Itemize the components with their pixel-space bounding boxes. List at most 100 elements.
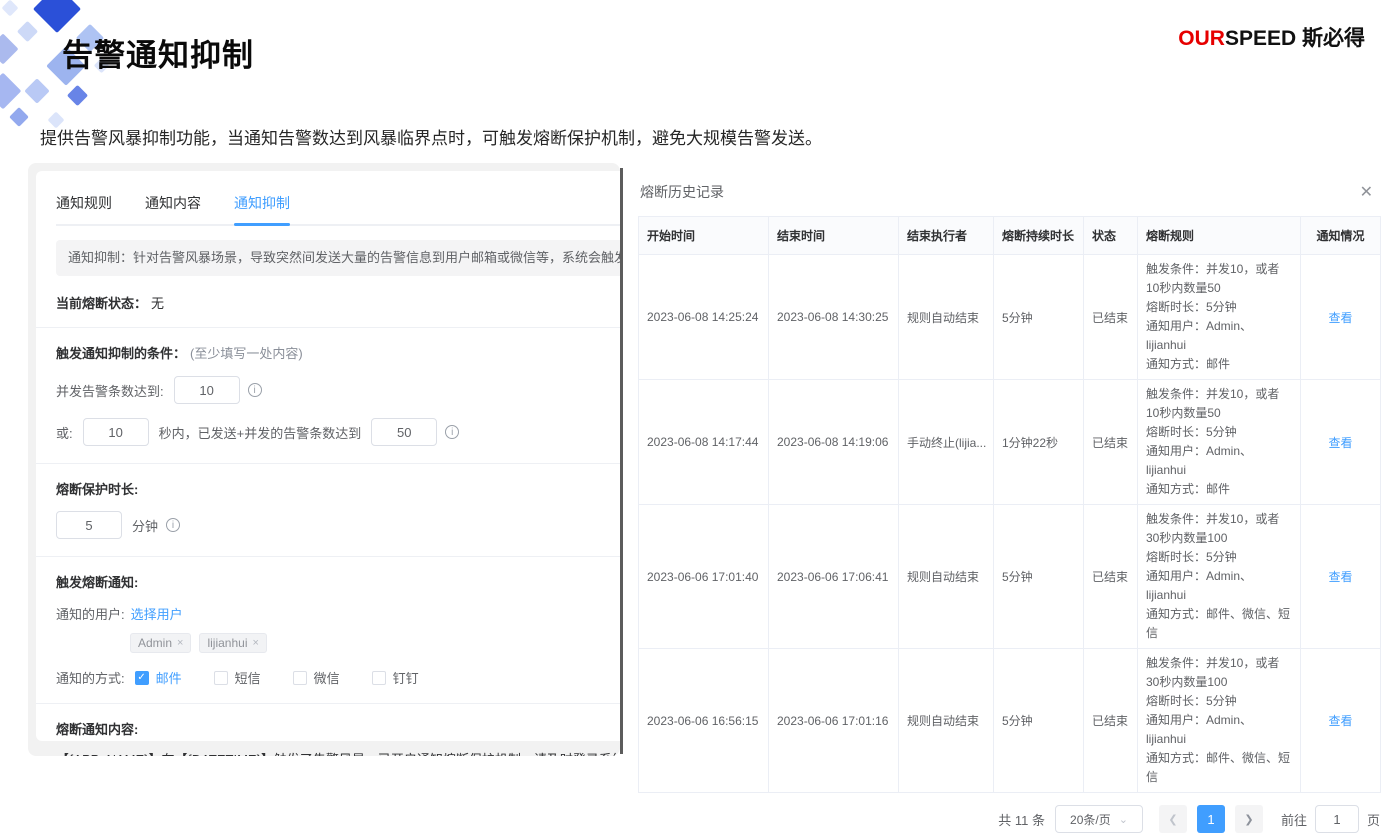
window-count-input[interactable]	[371, 418, 437, 446]
condition-section-title: 触发通知抑制的条件： (至少填写一处内容)	[56, 343, 620, 362]
view-link[interactable]: 查看	[1328, 436, 1352, 450]
rule-line: 通知方式：邮件、微信、短信	[1146, 749, 1292, 787]
cell-action: 查看	[1301, 380, 1381, 505]
remove-tag-icon[interactable]: ×	[252, 637, 258, 649]
goto-label: 前往	[1281, 810, 1307, 829]
section-divider	[36, 327, 620, 328]
checkbox-sms[interactable]: 短信	[214, 668, 261, 687]
cell-action: 查看	[1301, 255, 1381, 380]
tab-notify-content[interactable]: 通知内容	[145, 193, 201, 224]
section-divider	[36, 556, 620, 557]
checkbox-box	[372, 671, 386, 685]
checkbox-wechat[interactable]: 微信	[293, 668, 340, 687]
cell-rule: 触发条件：并发10，或者30秒内数量100 熔断时长：5分钟 通知用户：Admi…	[1138, 649, 1301, 793]
window-threshold-text: 秒内，已发送+并发的告警条数达到	[159, 423, 362, 442]
history-header: 熔断历史记录 ✕	[625, 170, 1395, 202]
cell-rule: 触发条件：并发10，或者30秒内数量100 熔断时长：5分钟 通知用户：Admi…	[1138, 505, 1301, 649]
checkbox-email[interactable]: ✓ 邮件	[135, 668, 182, 687]
info-icon[interactable]: i	[248, 383, 262, 397]
view-link[interactable]: 查看	[1328, 311, 1352, 325]
rule-line: 触发条件：并发10，或者30秒内数量100	[1146, 510, 1292, 548]
rule-line: 通知方式：邮件	[1146, 355, 1292, 374]
select-user-link[interactable]: 选择用户	[131, 604, 183, 623]
rule-line: 通知用户：Admin、lijianhui	[1146, 711, 1292, 749]
current-fuse-status-row: 当前熔断状态： 无	[56, 293, 620, 312]
notify-methods-label: 通知的方式:	[56, 668, 125, 687]
fuse-notify-section-label: 触发熔断通知:	[56, 572, 620, 591]
chevron-right-icon: ❯	[1244, 813, 1253, 826]
info-icon[interactable]: i	[166, 518, 180, 532]
rule-line: 熔断时长：5分钟	[1146, 423, 1292, 442]
close-icon[interactable]: ✕	[1360, 182, 1373, 202]
concurrent-threshold-row: 并发告警条数达到: i	[56, 376, 620, 404]
rule-line: 通知用户：Admin、lijianhui	[1146, 317, 1292, 355]
goto-page-input[interactable]	[1315, 805, 1359, 833]
view-link[interactable]: 查看	[1328, 570, 1352, 584]
view-link[interactable]: 查看	[1328, 714, 1352, 728]
cell-executor: 规则自动结束	[899, 505, 994, 649]
cell-executor: 手动终止(lijia...	[899, 380, 994, 505]
cell-rule: 触发条件：并发10，或者10秒内数量50 熔断时长：5分钟 通知用户：Admin…	[1138, 380, 1301, 505]
checkbox-box	[293, 671, 307, 685]
notify-methods-row: 通知的方式: ✓ 邮件 短信 微信 钉钉	[56, 668, 620, 687]
user-tag-name: lijianhui	[207, 636, 247, 650]
cell-status: 已结束	[1084, 380, 1138, 505]
settings-pane: 通知规则 通知内容 通知抑制 通知抑制：针对告警风暴场景，导致突然间发送大量的告…	[28, 163, 620, 756]
table-header-row: 开始时间 结束时间 结束执行者 熔断持续时长 状态 熔断规则 通知情况	[639, 217, 1381, 255]
concurrent-threshold-input[interactable]	[174, 376, 240, 404]
pane-divider	[620, 168, 623, 754]
tab-notify-suppression[interactable]: 通知抑制	[234, 193, 290, 224]
fuse-content-label: 熔断通知内容:	[56, 719, 620, 738]
checkbox-check-icon: ✓	[135, 671, 149, 685]
page-title: 告警通知抑制	[62, 30, 254, 75]
checkbox-dingtalk[interactable]: 钉钉	[372, 668, 419, 687]
cell-start-time: 2023-06-08 14:17:44	[639, 380, 769, 505]
logo-part-cn: 斯必得	[1296, 27, 1365, 50]
or-prefix: 或:	[56, 423, 73, 442]
user-tag: Admin ×	[130, 633, 191, 653]
logo-part-our: OUR	[1178, 27, 1225, 50]
condition-label: 触发通知抑制的条件：	[56, 343, 186, 362]
prev-page-button[interactable]: ❮	[1159, 805, 1187, 833]
chevron-down-icon: ⌄	[1119, 813, 1128, 826]
current-page-button[interactable]: 1	[1197, 805, 1225, 833]
rule-line: 熔断时长：5分钟	[1146, 692, 1292, 711]
table-row: 2023-06-08 14:25:24 2023-06-08 14:30:25 …	[639, 255, 1381, 380]
cell-duration: 1分钟22秒	[994, 380, 1084, 505]
checkbox-label: 短信	[235, 668, 261, 687]
fuse-content-text: 【{APP_NAME}】在【{DATETIME}】触发了告警风暴，已开启通知熔断…	[56, 749, 620, 756]
cell-end-time: 2023-06-06 17:01:16	[769, 649, 899, 793]
protect-duration-row: 分钟 i	[56, 511, 620, 539]
page-subtitle: 提供告警风暴抑制功能，当通知告警数达到风暴临界点时，可触发熔断保护机制，避免大规…	[40, 124, 822, 149]
remove-tag-icon[interactable]: ×	[177, 637, 183, 649]
protect-duration-label: 熔断保护时长:	[56, 479, 620, 498]
page-size-select[interactable]: 20条/页 ⌄	[1055, 805, 1143, 833]
next-page-button[interactable]: ❯	[1235, 805, 1263, 833]
section-divider	[36, 463, 620, 464]
chevron-left-icon: ❮	[1168, 813, 1177, 826]
protect-duration-input[interactable]	[56, 511, 122, 539]
cell-executor: 规则自动结束	[899, 255, 994, 380]
current-fuse-status-value: 无	[151, 293, 164, 312]
cell-action: 查看	[1301, 505, 1381, 649]
cell-duration: 5分钟	[994, 255, 1084, 380]
brand-logo: OURSPEED 斯必得	[1178, 22, 1365, 52]
concurrent-threshold-label: 并发告警条数达到:	[56, 381, 164, 400]
tab-notify-rules[interactable]: 通知规则	[56, 193, 112, 224]
protect-duration-unit: 分钟	[132, 516, 158, 535]
cell-start-time: 2023-06-06 16:56:15	[639, 649, 769, 793]
window-threshold-row: 或: 秒内，已发送+并发的告警条数达到 i	[56, 418, 620, 446]
fuse-history-table: 开始时间 结束时间 结束执行者 熔断持续时长 状态 熔断规则 通知情况 2023…	[638, 216, 1381, 793]
tab-bar: 通知规则 通知内容 通知抑制	[56, 171, 620, 226]
rule-line: 熔断时长：5分钟	[1146, 548, 1292, 567]
info-icon[interactable]: i	[445, 425, 459, 439]
current-fuse-status-label: 当前熔断状态：	[56, 293, 147, 312]
col-action: 通知情况	[1301, 217, 1381, 255]
cell-end-time: 2023-06-08 14:30:25	[769, 255, 899, 380]
goto-page-group: 前往 页	[1281, 805, 1380, 833]
col-duration: 熔断持续时长	[994, 217, 1084, 255]
rule-line: 通知方式：邮件	[1146, 480, 1292, 499]
cell-end-time: 2023-06-08 14:19:06	[769, 380, 899, 505]
window-seconds-input[interactable]	[83, 418, 149, 446]
checkbox-label: 钉钉	[393, 668, 419, 687]
